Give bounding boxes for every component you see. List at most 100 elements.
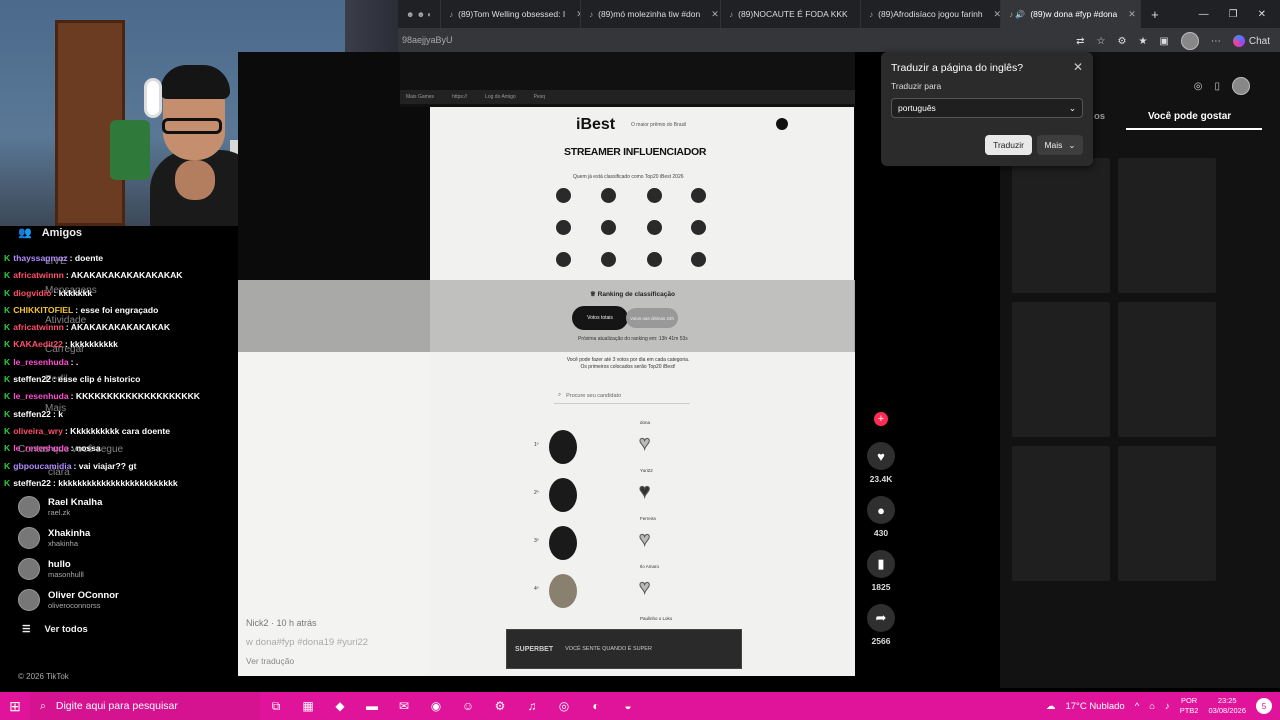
kick-badge-icon: K bbox=[4, 391, 11, 402]
weather-text[interactable]: 17°C Nublado bbox=[1065, 701, 1124, 712]
rank-position: 2º bbox=[534, 490, 539, 496]
close-icon[interactable]: ✕ bbox=[1128, 9, 1136, 20]
avatar bbox=[647, 188, 662, 203]
notification-badge[interactable]: 5 bbox=[1256, 698, 1272, 714]
account-handle: oliveroconnorss bbox=[48, 601, 101, 610]
app-icon[interactable]: ▦ bbox=[297, 695, 319, 717]
follow-button[interactable]: + bbox=[874, 412, 888, 426]
see-all-link[interactable]: ☰ Ver todos bbox=[22, 624, 88, 635]
video-thumbnail[interactable] bbox=[1012, 158, 1110, 293]
video-thumbnail[interactable] bbox=[1118, 158, 1216, 293]
steam-icon[interactable]: ⚙ bbox=[489, 695, 511, 717]
followed-account[interactable]: Xhakinha xhakinha bbox=[18, 527, 90, 549]
spotify-icon[interactable]: ♫ bbox=[521, 695, 543, 717]
video-thumbnail[interactable] bbox=[1012, 446, 1110, 581]
video-thumbnail[interactable] bbox=[1012, 302, 1110, 437]
video-author[interactable]: Nick2 · 10 h atrás bbox=[246, 618, 317, 628]
heart-icon: ♥ bbox=[638, 577, 651, 598]
address-bar[interactable]: 98aejjyaByU ⇄ ☆ ⚙ ★ ▣ ⋯ Chat bbox=[398, 28, 1280, 52]
taskbar-search[interactable]: ⌕ Digite aqui para pesquisar bbox=[30, 692, 260, 720]
collections-icon[interactable]: ▣ bbox=[1159, 36, 1168, 47]
tab-pinned[interactable]: ☻ ☻ ◐ bbox=[398, 0, 442, 28]
avatar bbox=[601, 252, 616, 267]
coin-icon[interactable]: ◎ bbox=[1194, 81, 1203, 92]
star-icon[interactable]: ☆ bbox=[1097, 36, 1106, 47]
chat-message: Kafricatwinnn: AKAKAKAKAKAKAKAK bbox=[4, 319, 236, 336]
search-icon: ⌕ bbox=[40, 699, 46, 712]
close-icon[interactable]: ✕ bbox=[711, 9, 719, 20]
chevron-up-icon[interactable]: ^ bbox=[1135, 701, 1139, 712]
device-icon[interactable]: ▯ bbox=[1214, 81, 1220, 92]
ranking-row: 1º dona ♥ bbox=[534, 420, 684, 470]
ad-text: VOCÊ SENTE QUANDO É SUPER bbox=[565, 646, 652, 652]
tab-you-may-like[interactable]: Você pode gostar bbox=[1148, 111, 1231, 122]
menu-icon[interactable]: ⋯ bbox=[1211, 36, 1221, 47]
chat-text: : esse foi engraçado bbox=[75, 304, 159, 315]
browser-tab[interactable]: ♪(89)NOCAUTE É FODA KKK✕ bbox=[721, 0, 862, 28]
avatar[interactable] bbox=[1232, 77, 1250, 95]
comment-icon: ● bbox=[877, 502, 885, 518]
avatar bbox=[556, 252, 571, 267]
task-view-icon[interactable]: ⧉ bbox=[265, 695, 287, 717]
chat-message: Ksteffen22: k bbox=[4, 406, 236, 423]
kick-badge-icon: K bbox=[4, 408, 11, 419]
friends-label: Amigos bbox=[41, 226, 83, 239]
translate-button[interactable]: Traduzir bbox=[985, 135, 1032, 155]
toolbar-icons: ⇄ ☆ ⚙ ★ ▣ ⋯ Chat bbox=[1076, 32, 1270, 50]
see-translation-link[interactable]: Ver tradução bbox=[246, 656, 294, 666]
recent-votes-pill: Votos nas últimas 24h bbox=[626, 308, 678, 328]
clock-date: 03/08/2026 bbox=[1208, 706, 1246, 715]
save-button[interactable]: ▮ bbox=[867, 550, 895, 578]
chat-text: : esse clip é historico bbox=[52, 374, 141, 385]
comment-button[interactable]: ● bbox=[867, 496, 895, 524]
chat-username: africatwinnn bbox=[13, 270, 64, 281]
video-player[interactable]: Mais Games https://Log do Amigo Pesq iBest… bbox=[238, 52, 855, 676]
clock[interactable]: 23:25 03/08/2026 bbox=[1208, 696, 1246, 716]
edge-icon[interactable]: ◒ bbox=[617, 695, 639, 717]
share-button[interactable]: ➦ bbox=[867, 604, 895, 632]
video-thumbnail[interactable] bbox=[1118, 302, 1216, 437]
close-window-icon[interactable]: ✕ bbox=[1258, 9, 1266, 20]
volume-icon[interactable]: ♪ bbox=[1165, 701, 1170, 712]
copilot-taskbar-icon[interactable]: ◆ bbox=[329, 695, 351, 717]
app-icon[interactable]: ◐ bbox=[585, 695, 607, 717]
followed-account[interactable]: Oliver OConnor oliveroconnorss bbox=[18, 589, 119, 611]
copilot-chat-button[interactable]: Chat bbox=[1232, 35, 1270, 47]
language-indicator[interactable]: POR PTB2 bbox=[1180, 696, 1199, 716]
ranking-update-note: Próxima atualização do ranking em: 13h 4… bbox=[578, 336, 688, 342]
discord-icon[interactable]: ☺ bbox=[457, 695, 479, 717]
browser-tab[interactable]: ♪ (89)Afrodisíaco jogou farinh ✕ bbox=[861, 0, 1002, 28]
browser-tab[interactable]: ♪(89)Tom Welling obsessed: I✕ bbox=[441, 0, 582, 28]
video-thumbnail[interactable] bbox=[1118, 446, 1216, 581]
browser-tab-active[interactable]: ♪ 🔊 (89)w dona #fyp #dona ✕ bbox=[1001, 0, 1142, 28]
extensions-icon[interactable]: ⚙ bbox=[1117, 36, 1126, 47]
tab-label: (89)mó molezinha tiw #don bbox=[598, 9, 701, 19]
new-tab-button[interactable]: + bbox=[1141, 7, 1169, 22]
kick-badge-icon: K bbox=[4, 443, 11, 454]
windows-start-icon[interactable]: ⊞ bbox=[0, 692, 30, 720]
language-select[interactable]: português ⌄ bbox=[891, 98, 1083, 118]
tab-following[interactable]: os bbox=[1094, 111, 1105, 122]
minimize-icon[interactable]: — bbox=[1199, 9, 1209, 20]
more-button[interactable]: Mais ⌄ bbox=[1037, 135, 1083, 155]
translate-icon[interactable]: ⇄ bbox=[1076, 36, 1084, 47]
followed-account[interactable]: hullo masonhulll bbox=[18, 558, 84, 580]
browser-tab[interactable]: ♪ (89)mó molezinha tiw #don ✕ bbox=[581, 0, 722, 28]
close-icon[interactable]: ✕ bbox=[1073, 60, 1083, 74]
like-count: 23.4K bbox=[869, 474, 893, 484]
mail-icon[interactable]: ✉ bbox=[393, 695, 415, 717]
restore-icon[interactable]: ❐ bbox=[1229, 9, 1238, 20]
avatar bbox=[18, 558, 40, 580]
sidebar-item-friends[interactable]: 👥 Amigos bbox=[18, 226, 83, 240]
video-actions: + ♥ 23.4K ● 430 ▮ 1825 ➦ 2566 bbox=[862, 412, 900, 658]
followed-account[interactable]: Rael Knalha rael.zk bbox=[18, 496, 102, 518]
favorites-icon[interactable]: ★ bbox=[1138, 36, 1147, 47]
folder-icon[interactable]: ▬ bbox=[361, 695, 383, 717]
close-icon[interactable]: ✕ bbox=[994, 9, 1001, 20]
chrome-icon[interactable]: ◉ bbox=[425, 695, 447, 717]
network-icon[interactable]: ⌂ bbox=[1149, 701, 1155, 712]
profile-avatar[interactable] bbox=[1180, 32, 1199, 50]
chat-text: : AKAKAKAKAKAKAKAKAK bbox=[65, 270, 183, 281]
obs-icon[interactable]: ◎ bbox=[553, 695, 575, 717]
like-button[interactable]: ♥ bbox=[867, 442, 895, 470]
